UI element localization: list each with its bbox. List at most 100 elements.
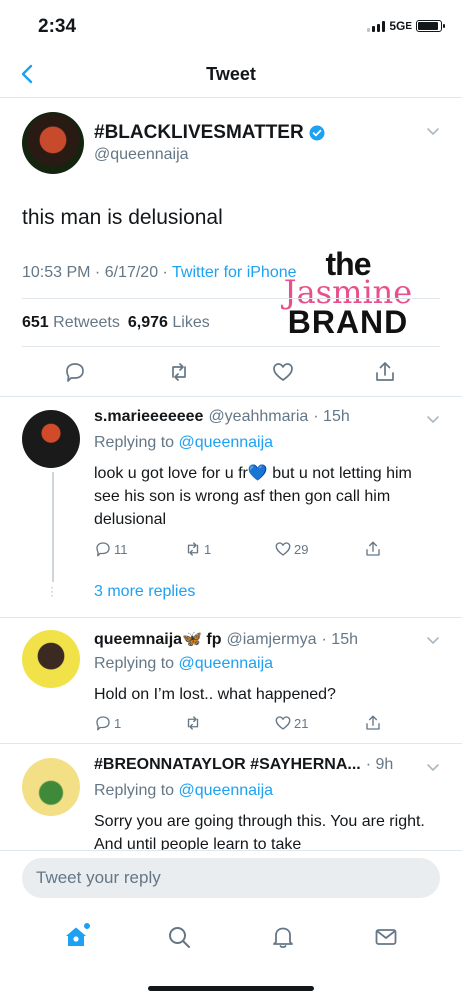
tab-home[interactable]: [63, 922, 91, 950]
reply-handle: @yeahhmaria: [208, 408, 309, 425]
bell-icon: [272, 927, 293, 949]
share-icon[interactable]: [373, 360, 397, 384]
replying-prefix: Replying to: [94, 655, 179, 672]
tweet-timestamp: 10:53 PM · 6/17/20 ·: [22, 264, 173, 281]
heart-icon[interactable]: [271, 360, 295, 384]
more-replies-link[interactable]: 3 more replies: [94, 583, 195, 601]
retweet-count: 1: [204, 541, 212, 557]
reply-header[interactable]: s.marieeeeeee @yeahhmaria · 15h: [94, 408, 350, 426]
likes-label: Likes: [172, 314, 210, 331]
reply-avatar[interactable]: [22, 758, 80, 816]
retweets-stat[interactable]: 651 Retweets: [22, 314, 120, 332]
reply-composer-input[interactable]: Tweet your reply: [22, 858, 440, 898]
like-button[interactable]: 29: [274, 540, 364, 558]
likes-stat[interactable]: 6,976 Likes: [128, 314, 210, 332]
tab-notifications[interactable]: [270, 924, 296, 950]
watermark-line-3: BRAND: [287, 304, 409, 340]
replying-to-link[interactable]: @queennaija: [179, 782, 274, 799]
reply-header[interactable]: #BREONNATAYLOR #SAYHERNA... · 9h: [94, 756, 393, 774]
reply-text: look u got love for u fr💙 but u not lett…: [94, 465, 412, 528]
divider: [22, 346, 440, 347]
share-icon: [366, 715, 380, 730]
network-suffix: E: [405, 20, 412, 32]
like-count: 29: [294, 541, 309, 557]
verified-badge-icon: [309, 125, 325, 141]
replying-to: Replying to @queennaija: [94, 434, 273, 452]
retweet-icon: [187, 716, 199, 730]
likes-count: 6,976: [127, 314, 168, 331]
reply-display-name: s.marieeeeeee: [94, 408, 204, 425]
reply-time: · 9h: [365, 756, 394, 773]
reply-display-name: #BREONNATAYLOR #SAYHERNA...: [94, 756, 361, 773]
divider: [0, 743, 462, 744]
nav-bar: Tweet: [0, 52, 462, 98]
heart-icon: [275, 542, 291, 556]
tweet-meta: 10:53 PM · 6/17/20 · Twitter for iPhone: [22, 264, 297, 282]
retweet-button[interactable]: 1: [184, 540, 274, 558]
status-icons: 5G E: [367, 19, 445, 33]
replying-to: Replying to @queennaija: [94, 655, 273, 673]
reply-icon[interactable]: [63, 360, 87, 384]
thread-line: [52, 472, 54, 582]
heart-icon: [275, 716, 291, 730]
search-icon: [169, 927, 191, 948]
reply-handle: @iamjermya: [226, 631, 317, 648]
battery-icon: [416, 20, 445, 32]
chevron-down-icon[interactable]: [426, 633, 440, 647]
reply-display-name: queemnaija🦋 fp: [94, 631, 222, 648]
reply-count: 1: [114, 715, 122, 731]
signal-icon: [367, 20, 386, 32]
page-title: Tweet: [206, 64, 256, 84]
like-button[interactable]: 21: [274, 714, 364, 732]
author-avatar[interactable]: [22, 112, 84, 174]
tab-bar: [0, 912, 462, 962]
reply-time: · 15h: [313, 408, 350, 425]
divider: [22, 298, 440, 299]
retweet-icon[interactable]: [167, 360, 191, 384]
reply-avatar[interactable]: [22, 410, 80, 468]
reply-actions: 11 1 29: [94, 540, 382, 558]
share-button[interactable]: [364, 714, 382, 732]
divider: [0, 396, 462, 397]
home-indicator: [148, 986, 314, 991]
status-time: 2:34: [38, 16, 77, 37]
reply-button[interactable]: 1: [94, 714, 184, 732]
reply-count: 11: [114, 541, 128, 557]
replying-prefix: Replying to: [94, 434, 179, 451]
retweets-count: 651: [22, 314, 49, 331]
tab-messages[interactable]: [373, 924, 399, 950]
reply-time: · 15h: [321, 631, 358, 648]
tweet-stats: 651 Retweets 6,976 Likes: [22, 314, 210, 332]
retweet-button[interactable]: [184, 714, 274, 732]
retweet-icon: [187, 542, 199, 556]
reply-text: Hold on I’m lost.. what happened?: [94, 686, 336, 703]
reply-actions: 1 21: [94, 714, 382, 732]
author-display-name: #BLACKLIVESMATTER: [94, 122, 304, 143]
notification-dot: [82, 922, 91, 930]
share-button[interactable]: [364, 540, 382, 558]
retweets-label: Retweets: [53, 314, 120, 331]
like-count: 21: [294, 715, 309, 731]
replying-to-link[interactable]: @queennaija: [179, 655, 274, 672]
reply-icon: [96, 542, 110, 557]
share-icon: [366, 541, 380, 556]
reply-icon: [96, 716, 110, 731]
watermark-logo: the Jasmine BRAND: [268, 248, 428, 338]
tweet-text: this man is delusional: [22, 206, 223, 229]
more-replies-dots: · · ·: [50, 580, 54, 602]
network-label: 5G: [389, 19, 406, 33]
mail-icon: [375, 929, 397, 945]
replying-to: Replying to @queennaija: [94, 782, 273, 800]
reply-avatar[interactable]: [22, 630, 80, 688]
author-name[interactable]: #BLACKLIVESMATTER: [94, 122, 326, 144]
replying-prefix: Replying to: [94, 782, 179, 799]
chevron-down-icon[interactable]: [426, 124, 440, 138]
replying-to-link[interactable]: @queennaija: [179, 434, 274, 451]
chevron-down-icon[interactable]: [426, 760, 440, 774]
divider: [0, 617, 462, 618]
reply-header[interactable]: queemnaija🦋 fp @iamjermya · 15h: [94, 629, 358, 649]
tab-search[interactable]: [166, 924, 192, 950]
author-handle[interactable]: @queennaija: [94, 146, 189, 164]
chevron-down-icon[interactable]: [426, 412, 440, 426]
reply-button[interactable]: 11: [94, 540, 184, 558]
